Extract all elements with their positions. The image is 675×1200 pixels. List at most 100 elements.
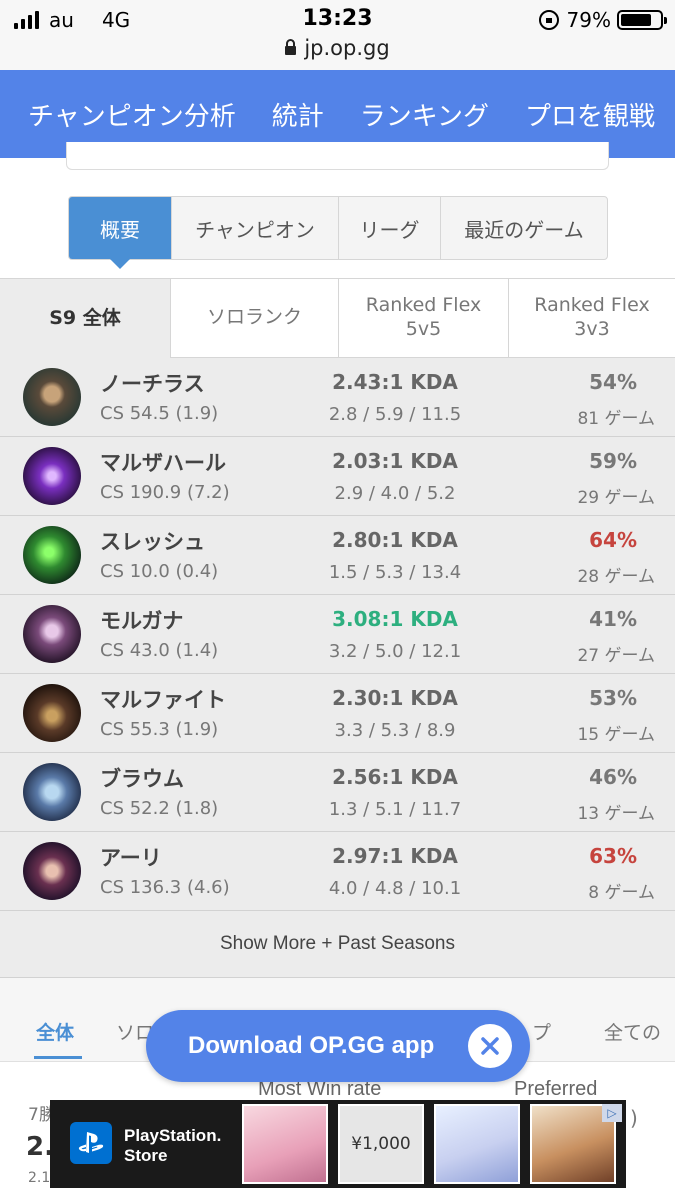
champion-winrate: 59%: [589, 449, 637, 473]
champion-winrate: 63%: [589, 844, 637, 868]
champion-cs: CS 52.2 (1.8): [100, 798, 219, 819]
champion-row[interactable]: ノーチラス CS 54.5 (1.9) 2.43:1 KDA 2.8 / 5.9…: [0, 358, 675, 437]
ad-choices-icon[interactable]: ▷: [602, 1104, 622, 1122]
champion-kda: 2.97:1 KDA: [332, 844, 458, 868]
tab-flex-partial[interactable]: プ: [532, 1018, 551, 1045]
tab-recent-games[interactable]: 最近のゲーム: [440, 197, 607, 259]
ad-price: ¥1,000: [351, 1134, 411, 1154]
ad-brand-line1: PlayStation.: [124, 1126, 222, 1145]
playstation-logo-icon: [70, 1122, 112, 1164]
season-filter: S9 全体 ソロランク Ranked Flex 5v5 Ranked Flex …: [0, 278, 675, 358]
champion-name: モルガナ: [100, 609, 184, 633]
champion-avatar: [23, 763, 81, 821]
champion-row[interactable]: アーリ CS 136.3 (4.6) 2.97:1 KDA 4.0 / 4.8 …: [0, 832, 675, 911]
filter-season-all[interactable]: S9 全体: [0, 279, 170, 358]
filter-sublabel: 3v3: [574, 318, 610, 340]
champion-games: 28 ゲーム: [577, 567, 655, 587]
champion-kda: 2.43:1 KDA: [332, 370, 458, 394]
champion-row[interactable]: マルファイト CS 55.3 (1.9) 2.30:1 KDA 3.3 / 5.…: [0, 674, 675, 753]
url-text: jp.op.gg: [304, 36, 390, 60]
battery-percent: 79%: [566, 8, 611, 32]
champion-cs: CS 43.0 (1.4): [100, 640, 219, 661]
kda-small: 2.1: [28, 1170, 51, 1186]
champion-kda: 2.56:1 KDA: [332, 765, 458, 789]
champion-cs: CS 190.9 (7.2): [100, 482, 230, 503]
champion-cs: CS 136.3 (4.6): [100, 877, 230, 898]
filter-flex-3v3[interactable]: Ranked Flex 3v3: [508, 279, 675, 358]
champion-games: 15 ゲーム: [577, 725, 655, 745]
champion-score: 1.5 / 5.3 / 13.4: [328, 562, 462, 583]
filter-sublabel: 5v5: [405, 318, 442, 340]
tab-overview[interactable]: 概要: [69, 197, 171, 269]
filter-solo-rank[interactable]: ソロランク: [170, 279, 338, 358]
nav-statistics[interactable]: 統計: [272, 96, 324, 133]
nav-ranking[interactable]: ランキング: [360, 96, 489, 133]
champion-avatar: [23, 526, 81, 584]
champion-name: マルファイト: [100, 688, 226, 712]
champion-name: スレッシュ: [100, 530, 205, 554]
champion-row[interactable]: スレッシュ CS 10.0 (0.4) 2.80:1 KDA 1.5 / 5.3…: [0, 516, 675, 595]
champion-row[interactable]: モルガナ CS 43.0 (1.4) 3.08:1 KDA 3.2 / 5.0 …: [0, 595, 675, 674]
active-tab-indicator: [34, 1056, 82, 1059]
filter-label: Ranked Flex: [365, 294, 482, 317]
champion-avatar: [23, 684, 81, 742]
ad-brand-line2: Store: [124, 1146, 168, 1166]
champion-games: 8 ゲーム: [588, 883, 655, 903]
filter-flex-5v5[interactable]: Ranked Flex 5v5: [338, 279, 508, 358]
section-gap: [0, 978, 675, 996]
champion-name: ノーチラス: [100, 372, 205, 396]
champion-name: ブラウム: [100, 767, 184, 791]
rotation-lock-icon: [538, 10, 559, 30]
tab-all-types[interactable]: 全ての: [604, 1018, 661, 1045]
ad-thumbnail-price[interactable]: ¥1,000: [338, 1104, 424, 1184]
status-right: 79%: [538, 8, 667, 32]
tab-league[interactable]: リーグ: [338, 197, 440, 259]
champion-score: 2.8 / 5.9 / 11.5: [328, 404, 462, 425]
champion-row[interactable]: マルザハール CS 190.9 (7.2) 2.03:1 KDA 2.9 / 4…: [0, 437, 675, 516]
ad-brand-text: PlayStation. Store: [124, 1126, 221, 1167]
filter-label: S9 全体: [49, 306, 121, 329]
champion-score: 2.9 / 4.0 / 5.2: [334, 483, 456, 504]
champion-avatar: [23, 447, 81, 505]
champion-score: 3.2 / 5.0 / 12.1: [328, 641, 462, 662]
ad-thumbnail[interactable]: [434, 1104, 520, 1184]
champion-name: マルザハール: [100, 451, 226, 475]
champion-list: ノーチラス CS 54.5 (1.9) 2.43:1 KDA 2.8 / 5.9…: [0, 358, 675, 911]
search-box-edge[interactable]: [66, 142, 609, 170]
nav-watch-pro[interactable]: プロを観戦: [525, 96, 655, 133]
preferred-label: Preferred: [514, 1078, 598, 1100]
tab-all[interactable]: 全体: [36, 1018, 74, 1045]
tab-champions[interactable]: チャンピオン: [171, 197, 338, 259]
champion-score: 4.0 / 4.8 / 10.1: [328, 878, 462, 899]
nav-champion-analysis[interactable]: チャンピオン分析: [28, 96, 236, 133]
champion-kda: 2.80:1 KDA: [332, 528, 458, 552]
champion-games: 27 ゲーム: [577, 646, 655, 666]
url-bar[interactable]: jp.op.gg: [0, 36, 675, 60]
ad-banner[interactable]: PlayStation. Store ¥1,000 ▷: [50, 1100, 626, 1188]
champion-kda: 2.03:1 KDA: [332, 449, 458, 473]
champion-winrate: 53%: [589, 686, 637, 710]
preferred-paren: ): [630, 1106, 638, 1130]
champion-avatar: [23, 368, 81, 426]
filter-label: Ranked Flex: [534, 294, 650, 317]
champion-name: アーリ: [100, 846, 162, 870]
champion-winrate: 64%: [589, 528, 637, 552]
champion-row[interactable]: ブラウム CS 52.2 (1.8) 2.56:1 KDA 1.3 / 5.1 …: [0, 753, 675, 832]
champion-games: 29 ゲーム: [577, 488, 655, 508]
close-icon[interactable]: [468, 1024, 512, 1068]
champion-cs: CS 55.3 (1.9): [100, 719, 219, 740]
download-label: Download OP.GG app: [188, 1032, 435, 1059]
champion-avatar: [23, 842, 81, 900]
champion-cs: CS 10.0 (0.4): [100, 561, 219, 582]
download-app-banner[interactable]: Download OP.GG app: [146, 1010, 530, 1082]
champion-avatar: [23, 605, 81, 663]
ad-thumbnail[interactable]: [242, 1104, 328, 1184]
show-more-button[interactable]: Show More + Past Seasons: [0, 911, 675, 978]
battery-icon: [617, 10, 667, 30]
status-bar: au 4G 13:23 79% jp.op.gg: [0, 0, 675, 70]
champion-kda: 2.30:1 KDA: [332, 686, 458, 710]
champion-games: 81 ゲーム: [577, 409, 655, 429]
lock-icon: [285, 39, 297, 55]
filter-label: ソロランク: [206, 306, 302, 329]
champion-score: 3.3 / 5.3 / 8.9: [334, 720, 456, 741]
